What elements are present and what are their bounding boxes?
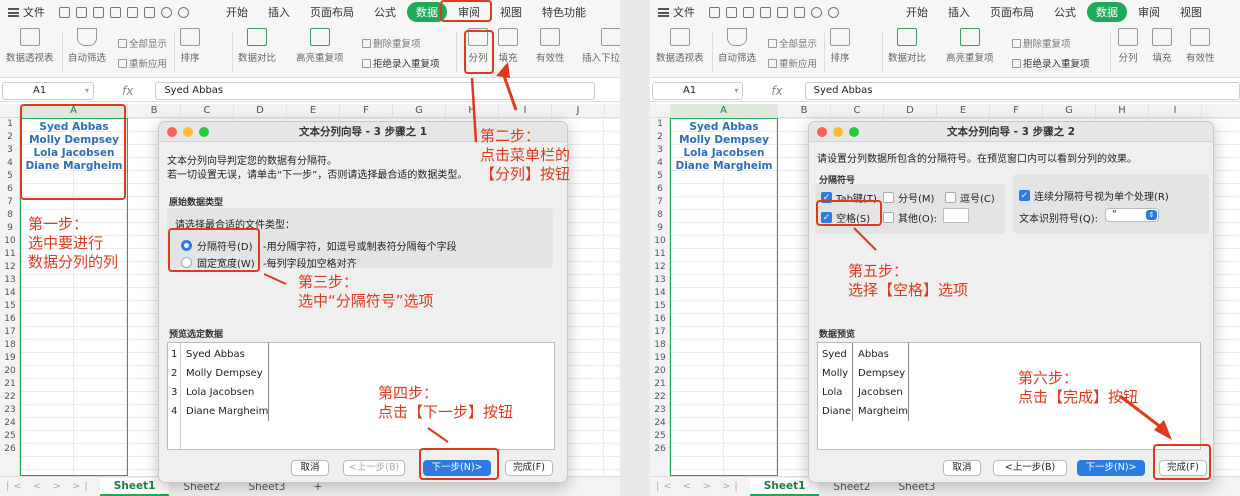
annotation-step3-line1: 选中“分隔符号”选项 <box>298 292 434 310</box>
annotation-step3-title: 第三步： <box>298 273 359 291</box>
annotation-step1-title: 第一步： <box>28 215 89 233</box>
annotation-step4-line1: 点击【下一步】按钮 <box>378 403 514 421</box>
annotation-step2-line1: 点击菜单栏的 <box>480 146 571 164</box>
left-screenshot: 文件 开始 插入 页面布局 公式 数据 审阅 视图 特色功能 数据透视表 自动筛… <box>0 0 620 496</box>
annotation-arrows <box>853 227 1172 440</box>
right-screenshot: 文件 开始 插入 页面布局 公式 数据 审阅 视图 数据透视表 自动筛选 全部显… <box>650 0 1240 496</box>
annotation-step1-line2: 数据分列的列 <box>28 253 119 271</box>
annotation-step5-title: 第五步： <box>848 262 909 280</box>
annotation-step5-line1: 选择【空格】选项 <box>848 281 969 299</box>
annotation-step6-title: 第六步： <box>1018 369 1079 387</box>
annotation-step1-line1: 选中要进行 <box>28 234 104 252</box>
annotation-step4-title: 第四步： <box>378 384 439 402</box>
annotation-step2-title: 第二步： <box>480 127 541 145</box>
annotation-step2-line2: 【分列】按钮 <box>480 165 571 183</box>
annotation-step6-line1: 点击【完成】按钮 <box>1018 388 1139 406</box>
